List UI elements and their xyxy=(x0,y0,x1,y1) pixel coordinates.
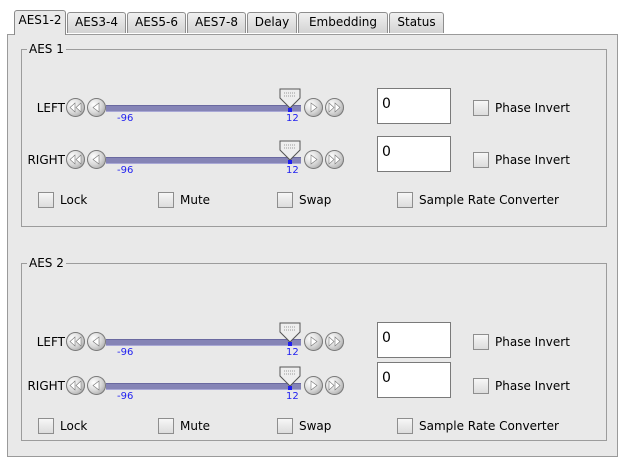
tab-aes7-8[interactable]: AES7-8 xyxy=(187,12,246,33)
group-title: AES 1 xyxy=(27,41,66,57)
swap-label: Swap xyxy=(299,419,332,433)
gain-slider-thumb[interactable] xyxy=(279,88,301,112)
lock-label: Lock xyxy=(60,193,88,207)
fast-backward-button[interactable] xyxy=(66,98,85,117)
gain-slider-thumb[interactable] xyxy=(279,140,301,164)
double-right-arrow-icon xyxy=(328,380,341,391)
gain-slider-track[interactable] xyxy=(106,339,301,346)
sample-rate-converter-label: Sample Rate Converter xyxy=(419,419,559,433)
left-arrow-icon xyxy=(92,154,100,165)
tab-aes3-4[interactable]: AES3-4 xyxy=(67,12,126,33)
double-right-arrow-icon xyxy=(328,102,341,113)
phase-invert-checkbox[interactable] xyxy=(473,100,489,116)
tab-status[interactable]: Status xyxy=(389,12,444,33)
scale-max-label: 12 xyxy=(286,165,299,176)
double-left-arrow-icon xyxy=(69,380,82,391)
tab-delay[interactable]: Delay xyxy=(247,12,297,33)
gain-slider-track[interactable] xyxy=(106,157,301,164)
aes1-group: AES 1 LEFT -96 12 0 Phase Invert RIGHT -… xyxy=(21,41,607,227)
fast-backward-button[interactable] xyxy=(66,376,85,395)
scale-min-label: -96 xyxy=(117,391,134,402)
slider-thumb-icon xyxy=(279,140,301,164)
mute-label: Mute xyxy=(180,193,211,207)
phase-invert-checkbox[interactable] xyxy=(473,152,489,168)
left-arrow-icon xyxy=(92,336,100,347)
gain-slider-track[interactable] xyxy=(106,383,301,390)
step-forward-button[interactable] xyxy=(304,98,323,117)
scale-max-label: 12 xyxy=(286,391,299,402)
group-title: AES 2 xyxy=(27,255,66,271)
slider-thumb-icon xyxy=(279,88,301,112)
step-backward-button[interactable] xyxy=(87,98,106,117)
phase-invert-checkbox[interactable] xyxy=(473,334,489,350)
fast-forward-button[interactable] xyxy=(325,150,344,169)
left-arrow-icon xyxy=(92,380,100,391)
slider-thumb-icon xyxy=(279,322,301,346)
tab-aes5-6[interactable]: AES5-6 xyxy=(127,12,186,33)
gain-value-field[interactable]: 0 xyxy=(377,322,451,358)
fast-forward-button[interactable] xyxy=(325,332,344,351)
step-forward-button[interactable] xyxy=(304,332,323,351)
sample-rate-converter-checkbox[interactable] xyxy=(397,418,413,434)
step-backward-button[interactable] xyxy=(87,150,106,169)
mute-checkbox[interactable] xyxy=(158,192,174,208)
fast-backward-button[interactable] xyxy=(66,150,85,169)
fast-forward-button[interactable] xyxy=(325,98,344,117)
right-arrow-icon xyxy=(310,102,318,113)
swap-label: Swap xyxy=(299,193,332,207)
channel-label-right: RIGHT xyxy=(27,379,65,393)
gain-slider-thumb[interactable] xyxy=(279,322,301,346)
channel-label-right: RIGHT xyxy=(27,153,65,167)
phase-invert-label: Phase Invert xyxy=(495,153,570,167)
sample-rate-converter-label: Sample Rate Converter xyxy=(419,193,559,207)
channel-label-left: LEFT xyxy=(36,335,65,349)
right-arrow-icon xyxy=(310,380,318,391)
mute-label: Mute xyxy=(180,419,211,433)
lock-checkbox[interactable] xyxy=(38,192,54,208)
right-arrow-icon xyxy=(310,154,318,165)
gain-value-field[interactable]: 0 xyxy=(377,88,451,124)
mute-checkbox[interactable] xyxy=(158,418,174,434)
step-forward-button[interactable] xyxy=(304,150,323,169)
double-right-arrow-icon xyxy=(328,336,341,347)
aes2-group: AES 2 LEFT -96 12 0 Phase Invert RIGHT -… xyxy=(21,255,607,441)
lock-label: Lock xyxy=(60,419,88,433)
sample-rate-converter-checkbox[interactable] xyxy=(397,192,413,208)
aes1-2-panel: AES 1 LEFT -96 12 0 Phase Invert RIGHT -… xyxy=(7,34,618,457)
double-left-arrow-icon xyxy=(69,336,82,347)
tab-aes1-2[interactable]: AES1-2 xyxy=(14,10,66,35)
gain-slider-thumb[interactable] xyxy=(279,366,301,390)
step-forward-button[interactable] xyxy=(304,376,323,395)
scale-min-label: -96 xyxy=(117,113,134,124)
scale-max-label: 12 xyxy=(286,347,299,358)
swap-checkbox[interactable] xyxy=(277,192,293,208)
gain-value-field[interactable]: 0 xyxy=(377,136,451,172)
step-backward-button[interactable] xyxy=(87,376,106,395)
double-left-arrow-icon xyxy=(69,154,82,165)
phase-invert-label: Phase Invert xyxy=(495,379,570,393)
gain-value-field[interactable]: 0 xyxy=(377,362,451,398)
double-right-arrow-icon xyxy=(328,154,341,165)
channel-label-left: LEFT xyxy=(36,101,65,115)
scale-max-label: 12 xyxy=(286,113,299,124)
fast-backward-button[interactable] xyxy=(66,332,85,351)
double-left-arrow-icon xyxy=(69,102,82,113)
phase-invert-label: Phase Invert xyxy=(495,101,570,115)
swap-checkbox[interactable] xyxy=(277,418,293,434)
left-arrow-icon xyxy=(92,102,100,113)
slider-thumb-icon xyxy=(279,366,301,390)
tab-embedding[interactable]: Embedding xyxy=(298,12,388,33)
scale-min-label: -96 xyxy=(117,347,134,358)
lock-checkbox[interactable] xyxy=(38,418,54,434)
phase-invert-label: Phase Invert xyxy=(495,335,570,349)
app-window: AES1-2 AES3-4 AES5-6 AES7-8 Delay Embedd… xyxy=(0,0,629,472)
phase-invert-checkbox[interactable] xyxy=(473,378,489,394)
gain-slider-track[interactable] xyxy=(106,105,301,112)
step-backward-button[interactable] xyxy=(87,332,106,351)
right-arrow-icon xyxy=(310,336,318,347)
scale-min-label: -96 xyxy=(117,165,134,176)
fast-forward-button[interactable] xyxy=(325,376,344,395)
